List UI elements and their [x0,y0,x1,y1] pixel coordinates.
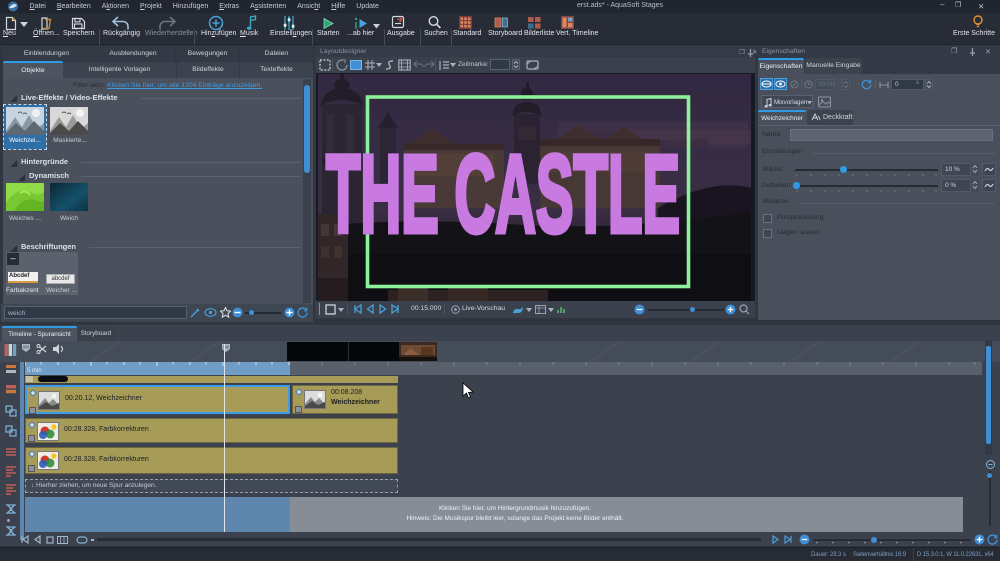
svg-text:THE CASTLE: THE CASTLE [326,133,680,256]
